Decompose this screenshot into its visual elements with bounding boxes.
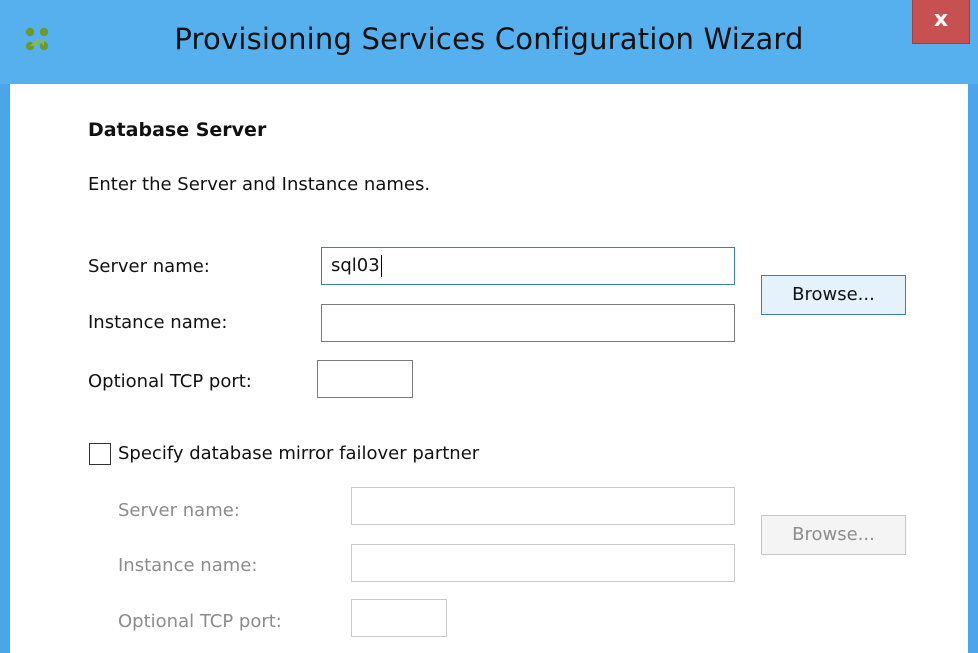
instance-name-label: Instance name: [88,312,228,333]
instruction-text: Enter the Server and Instance names. [88,174,431,195]
window-title: Provisioning Services Configuration Wiza… [174,22,804,56]
wizard-content: Database Server Enter the Server and Ins… [10,84,968,653]
tcp-port-label: Optional TCP port: [88,371,252,392]
server-name-input[interactable]: sql03 [321,247,735,285]
mirror-failover-checkbox[interactable] [89,443,111,465]
mirror-browse-button[interactable]: Browse... [761,515,906,555]
mirror-instance-name-input[interactable] [351,544,735,582]
text-caret [380,255,382,277]
mirror-tcp-port-label: Optional TCP port: [118,611,282,632]
mirror-tcp-port-input[interactable] [351,599,447,637]
server-name-value: sql03 [331,255,380,276]
mirror-instance-name-label: Instance name: [118,555,258,576]
mirror-failover-label[interactable]: Specify database mirror failover partner [118,443,479,464]
close-button[interactable]: x [912,0,970,44]
tcp-port-input[interactable] [317,360,413,398]
instance-name-input[interactable] [321,304,735,342]
title-bar[interactable]: Provisioning Services Configuration Wiza… [0,0,978,84]
mirror-server-name-input[interactable] [351,487,735,525]
section-heading: Database Server [88,119,267,141]
mirror-server-name-label: Server name: [118,500,240,521]
server-name-label: Server name: [88,256,210,277]
wizard-window: Provisioning Services Configuration Wiza… [0,0,978,653]
browse-button[interactable]: Browse... [761,275,906,315]
